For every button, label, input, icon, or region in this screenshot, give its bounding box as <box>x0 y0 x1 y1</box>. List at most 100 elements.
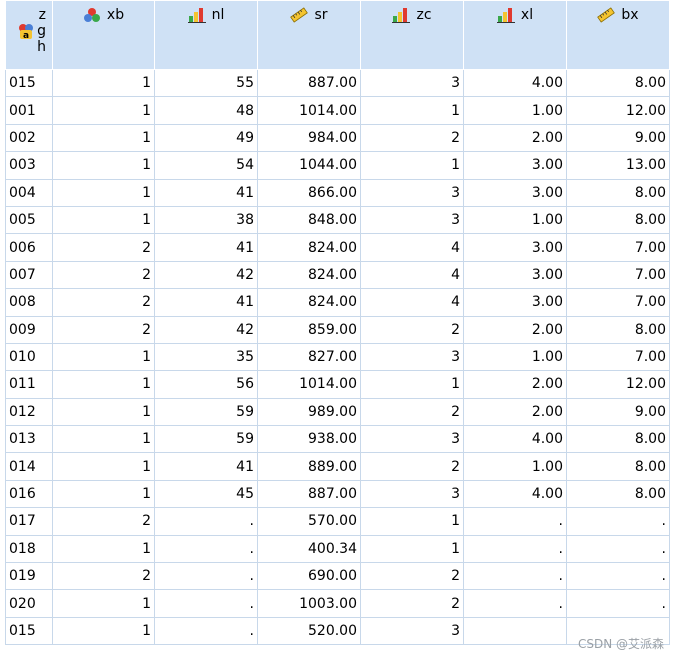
cell-z[interactable]: 017 <box>5 507 53 536</box>
cell-nl[interactable]: 41 <box>154 233 258 262</box>
cell-xl[interactable]: 4.00 <box>463 69 567 98</box>
cell-xb[interactable]: 1 <box>52 452 155 481</box>
cell-zc[interactable]: 4 <box>360 288 464 317</box>
cell-bx[interactable]: . <box>566 507 670 536</box>
cell-nl[interactable]: 48 <box>154 96 258 125</box>
cell-bx[interactable]: 8.00 <box>566 316 670 344</box>
cell-xl[interactable]: 2.00 <box>463 398 567 427</box>
cell-xb[interactable]: 2 <box>52 261 155 290</box>
cell-sr[interactable]: 400.34 <box>257 535 361 564</box>
cell-xl[interactable]: 2.00 <box>463 124 567 153</box>
cell-nl[interactable]: . <box>154 562 258 591</box>
cell-nl[interactable]: 41 <box>154 288 258 317</box>
cell-xb[interactable]: 1 <box>52 96 155 125</box>
column-header-zc[interactable]: zc <box>360 0 464 70</box>
cell-xl[interactable]: 1.00 <box>463 206 567 235</box>
cell-nl[interactable]: 38 <box>154 206 258 235</box>
cell-xl[interactable]: 4.00 <box>463 480 567 509</box>
cell-xb[interactable]: 1 <box>52 535 155 564</box>
cell-zc[interactable]: 4 <box>360 233 464 262</box>
cell-sr[interactable]: 938.00 <box>257 425 361 454</box>
cell-nl[interactable]: 55 <box>154 69 258 98</box>
cell-sr[interactable]: 1003.00 <box>257 589 361 618</box>
cell-sr[interactable]: 848.00 <box>257 206 361 235</box>
cell-nl[interactable]: 54 <box>154 151 258 180</box>
cell-xl[interactable]: 2.00 <box>463 316 567 344</box>
cell-zc[interactable]: 3 <box>360 206 464 235</box>
cell-sr[interactable]: 827.00 <box>257 343 361 372</box>
cell-sr[interactable]: 690.00 <box>257 562 361 591</box>
cell-xb[interactable]: 2 <box>52 316 155 344</box>
cell-z[interactable]: 013 <box>5 425 53 454</box>
cell-z[interactable]: 001 <box>5 96 53 125</box>
cell-bx[interactable]: 8.00 <box>566 425 670 454</box>
cell-nl[interactable]: 49 <box>154 124 258 153</box>
cell-xb[interactable]: 1 <box>52 69 155 98</box>
cell-sr[interactable]: 984.00 <box>257 124 361 153</box>
column-header-xl[interactable]: xl <box>463 0 567 70</box>
column-header-sr[interactable]: sr <box>257 0 361 70</box>
cell-z[interactable]: 015 <box>5 617 53 646</box>
cell-zc[interactable]: 4 <box>360 261 464 290</box>
cell-nl[interactable]: 41 <box>154 452 258 481</box>
cell-sr[interactable]: 824.00 <box>257 288 361 317</box>
cell-sr[interactable]: 866.00 <box>257 179 361 207</box>
cell-xb[interactable]: 1 <box>52 480 155 509</box>
cell-zc[interactable]: 2 <box>360 589 464 618</box>
cell-xl[interactable]: . <box>463 507 567 536</box>
cell-sr[interactable]: 1014.00 <box>257 370 361 399</box>
cell-z[interactable]: 011 <box>5 370 53 399</box>
cell-sr[interactable]: 824.00 <box>257 233 361 262</box>
cell-sr[interactable]: 520.00 <box>257 617 361 646</box>
cell-nl[interactable]: 59 <box>154 425 258 454</box>
cell-sr[interactable]: 859.00 <box>257 316 361 344</box>
cell-z[interactable]: 010 <box>5 343 53 372</box>
cell-z[interactable]: 008 <box>5 288 53 317</box>
cell-bx[interactable]: 12.00 <box>566 370 670 399</box>
cell-xl[interactable]: 3.00 <box>463 151 567 180</box>
cell-xl[interactable]: 4.00 <box>463 425 567 454</box>
cell-z[interactable]: 002 <box>5 124 53 153</box>
cell-bx[interactable]: . <box>566 535 670 564</box>
cell-sr[interactable]: 824.00 <box>257 261 361 290</box>
cell-bx[interactable]: 7.00 <box>566 343 670 372</box>
cell-xl[interactable]: 3.00 <box>463 288 567 317</box>
cell-zc[interactable]: 2 <box>360 124 464 153</box>
cell-xb[interactable]: 1 <box>52 206 155 235</box>
cell-bx[interactable]: 12.00 <box>566 96 670 125</box>
cell-nl[interactable]: 45 <box>154 480 258 509</box>
cell-sr[interactable]: 889.00 <box>257 452 361 481</box>
cell-bx[interactable]: 8.00 <box>566 69 670 98</box>
cell-z[interactable]: 018 <box>5 535 53 564</box>
cell-sr[interactable]: 887.00 <box>257 69 361 98</box>
cell-bx[interactable]: 7.00 <box>566 233 670 262</box>
cell-zc[interactable]: 1 <box>360 507 464 536</box>
cell-zc[interactable]: 2 <box>360 562 464 591</box>
cell-xb[interactable]: 1 <box>52 370 155 399</box>
cell-xl[interactable]: . <box>463 589 567 618</box>
cell-z[interactable]: 003 <box>5 151 53 180</box>
cell-sr[interactable]: 887.00 <box>257 480 361 509</box>
cell-xl[interactable]: 1.00 <box>463 452 567 481</box>
cell-nl[interactable]: 59 <box>154 398 258 427</box>
cell-bx[interactable]: 7.00 <box>566 288 670 317</box>
cell-zc[interactable]: 3 <box>360 617 464 646</box>
cell-bx[interactable]: 8.00 <box>566 206 670 235</box>
cell-xl[interactable]: 2.00 <box>463 370 567 399</box>
cell-xl[interactable]: 3.00 <box>463 233 567 262</box>
cell-zc[interactable]: 3 <box>360 480 464 509</box>
cell-zc[interactable]: 2 <box>360 398 464 427</box>
cell-xb[interactable]: 2 <box>52 507 155 536</box>
cell-xb[interactable]: 1 <box>52 398 155 427</box>
cell-bx[interactable]: 7.00 <box>566 261 670 290</box>
cell-bx[interactable]: 9.00 <box>566 124 670 153</box>
cell-xb[interactable]: 2 <box>52 562 155 591</box>
cell-xl[interactable] <box>463 617 567 646</box>
cell-xl[interactable]: . <box>463 562 567 591</box>
cell-z[interactable]: 005 <box>5 206 53 235</box>
cell-zc[interactable]: 2 <box>360 316 464 344</box>
cell-z[interactable]: 019 <box>5 562 53 591</box>
column-header-z[interactable]: z a g h <box>5 0 53 70</box>
cell-xl[interactable]: 1.00 <box>463 343 567 372</box>
cell-z[interactable]: 009 <box>5 316 53 344</box>
